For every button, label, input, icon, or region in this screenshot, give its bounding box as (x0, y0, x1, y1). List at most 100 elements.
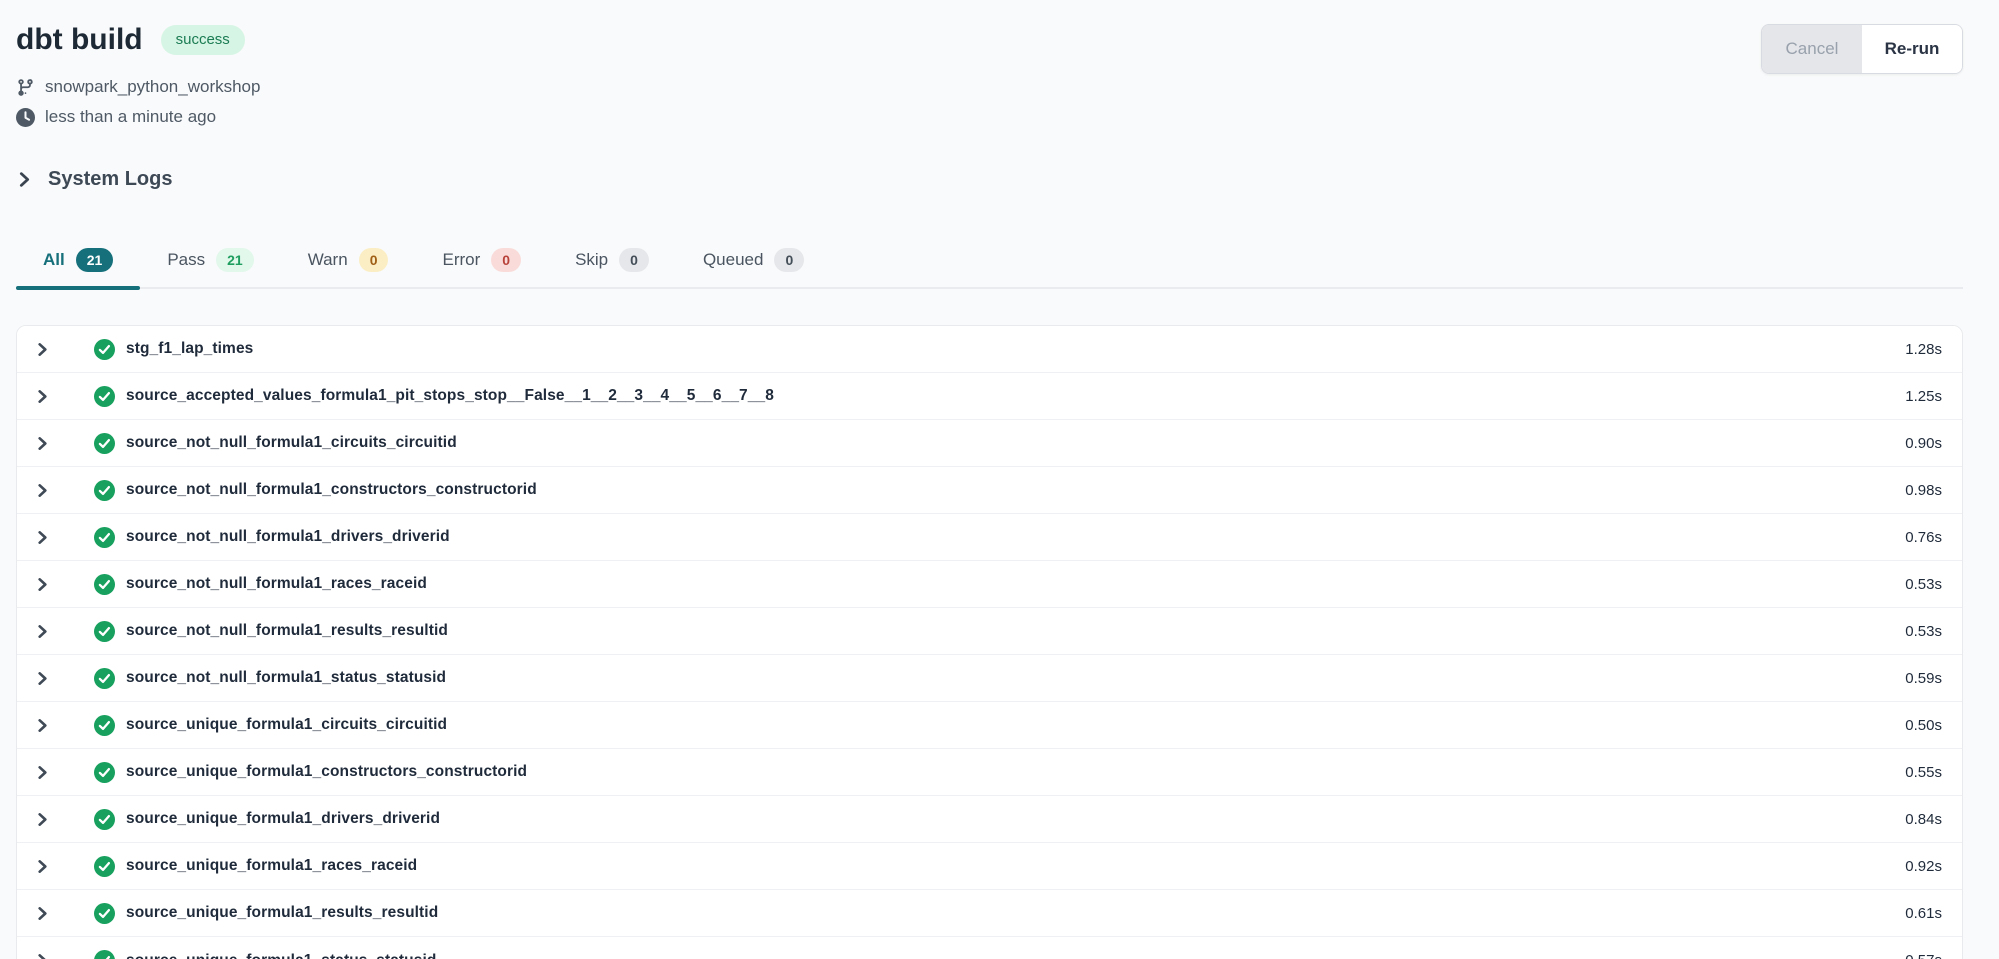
result-name: source_accepted_values_formula1_pit_stop… (126, 387, 774, 405)
chevron-right-icon (35, 718, 50, 733)
branch-line: snowpark_python_workshop (16, 74, 260, 100)
expand-row-button[interactable] (32, 386, 52, 406)
result-name: source_not_null_formula1_circuits_circui… (126, 434, 457, 452)
check-circle-icon (94, 809, 115, 830)
expand-row-button[interactable] (32, 668, 52, 688)
table-row: source_not_null_formula1_circuits_circui… (17, 420, 1962, 467)
tab-error[interactable]: Error 0 (415, 235, 548, 287)
result-duration: 0.57s (1905, 952, 1942, 959)
result-name: source_unique_formula1_status_statusid (126, 952, 436, 959)
check-circle-icon (94, 433, 115, 454)
tab-count-badge: 0 (491, 248, 521, 272)
run-actions: Cancel Re-run (1761, 24, 1963, 74)
branch-name: snowpark_python_workshop (45, 74, 260, 100)
header: dbt build success snowpark_python_worksh… (16, 0, 1963, 130)
check-circle-icon (94, 527, 115, 548)
tab-count-badge: 21 (216, 248, 254, 272)
chevron-right-icon (35, 906, 50, 921)
table-row: source_unique_formula1_drivers_driverid … (17, 796, 1962, 843)
check-circle-icon (94, 480, 115, 501)
table-row: source_not_null_formula1_results_resulti… (17, 608, 1962, 655)
check-circle-icon (94, 950, 115, 959)
expand-row-button[interactable] (32, 621, 52, 641)
result-duration: 0.53s (1905, 623, 1942, 640)
table-row: source_unique_formula1_status_statusid 0… (17, 937, 1962, 959)
tab-all[interactable]: All 21 (16, 235, 140, 287)
check-circle-icon (94, 762, 115, 783)
result-name: source_unique_formula1_drivers_driverid (126, 810, 440, 828)
table-row: source_not_null_formula1_races_raceid 0.… (17, 561, 1962, 608)
expand-row-button[interactable] (32, 339, 52, 359)
expand-row-button[interactable] (32, 762, 52, 782)
result-duration: 0.92s (1905, 858, 1942, 875)
chevron-right-icon (35, 812, 50, 827)
expand-row-button[interactable] (32, 574, 52, 594)
expand-row-button[interactable] (32, 527, 52, 547)
tab-label: Skip (575, 250, 608, 270)
result-name: source_unique_formula1_races_raceid (126, 857, 417, 875)
chevron-right-icon (35, 953, 50, 959)
table-row: source_unique_formula1_circuits_circuiti… (17, 702, 1962, 749)
chevron-right-icon (35, 342, 50, 357)
result-duration: 0.53s (1905, 576, 1942, 593)
expand-row-button[interactable] (32, 903, 52, 923)
chevron-right-icon (35, 483, 50, 498)
check-circle-icon (94, 574, 115, 595)
time-ago: less than a minute ago (45, 104, 216, 130)
tab-label: Error (442, 250, 480, 270)
tab-count-badge: 0 (359, 248, 389, 272)
result-name: stg_f1_lap_times (126, 340, 253, 358)
expand-row-button[interactable] (32, 433, 52, 453)
chevron-right-icon (35, 577, 50, 592)
tab-label: Pass (167, 250, 205, 270)
clock-icon (16, 108, 35, 127)
expand-row-button[interactable] (32, 480, 52, 500)
chevron-right-icon (35, 624, 50, 639)
tab-label: All (43, 250, 65, 270)
check-circle-icon (94, 668, 115, 689)
table-row: source_not_null_formula1_status_statusid… (17, 655, 1962, 702)
tab-queued[interactable]: Queued 0 (676, 235, 831, 287)
tab-pass[interactable]: Pass 21 (140, 235, 280, 287)
check-circle-icon (94, 621, 115, 642)
result-name: source_not_null_formula1_results_resulti… (126, 622, 448, 640)
expand-row-button[interactable] (32, 951, 52, 959)
check-circle-icon (94, 339, 115, 360)
result-name: source_unique_formula1_constructors_cons… (126, 763, 527, 781)
check-circle-icon (94, 715, 115, 736)
result-duration: 0.90s (1905, 435, 1942, 452)
run-detail-page: dbt build success snowpark_python_worksh… (0, 0, 1999, 959)
result-duration: 0.61s (1905, 905, 1942, 922)
chevron-right-icon (35, 530, 50, 545)
result-duration: 0.76s (1905, 529, 1942, 546)
cancel-button[interactable]: Cancel (1762, 25, 1862, 73)
table-row: source_unique_formula1_results_resultid … (17, 890, 1962, 937)
table-row: source_accepted_values_formula1_pit_stop… (17, 373, 1962, 420)
rerun-button[interactable]: Re-run (1862, 25, 1962, 73)
expand-row-button[interactable] (32, 809, 52, 829)
result-filter-tabs: All 21 Pass 21 Warn 0 Error 0 Skip 0 Que… (16, 235, 1963, 289)
result-duration: 0.50s (1905, 717, 1942, 734)
tab-warn[interactable]: Warn 0 (281, 235, 416, 287)
result-name: source_not_null_formula1_drivers_driveri… (126, 528, 450, 546)
results-list: stg_f1_lap_times 1.28s source_accepted_v… (16, 325, 1963, 959)
system-logs-toggle[interactable]: System Logs (16, 168, 172, 191)
tab-count-badge: 0 (619, 248, 649, 272)
chevron-right-icon (35, 671, 50, 686)
result-duration: 1.28s (1905, 341, 1942, 358)
tab-skip[interactable]: Skip 0 (548, 235, 676, 287)
result-duration: 0.98s (1905, 482, 1942, 499)
table-row: source_unique_formula1_constructors_cons… (17, 749, 1962, 796)
result-duration: 1.25s (1905, 388, 1942, 405)
chevron-right-icon (35, 389, 50, 404)
table-row: stg_f1_lap_times 1.28s (17, 326, 1962, 373)
status-badge: success (161, 25, 245, 55)
expand-row-button[interactable] (32, 715, 52, 735)
expand-row-button[interactable] (32, 856, 52, 876)
check-circle-icon (94, 903, 115, 924)
chevron-right-icon (16, 171, 33, 188)
result-duration: 0.84s (1905, 811, 1942, 828)
chevron-right-icon (35, 859, 50, 874)
result-name: source_not_null_formula1_status_statusid (126, 669, 446, 687)
chevron-right-icon (35, 765, 50, 780)
